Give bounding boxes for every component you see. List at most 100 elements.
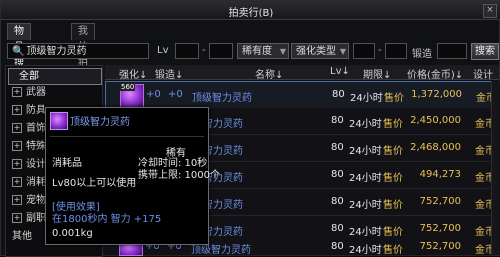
level-min-input[interactable]: [175, 43, 199, 59]
rarity-dropdown[interactable]: 稀有度 ▼: [237, 43, 289, 59]
listing-scrollbar[interactable]: [491, 81, 500, 255]
tab-item-search[interactable]: 物品搜索: [7, 23, 31, 85]
expand-icon[interactable]: +: [12, 141, 22, 151]
tooltip-carry-limit: 携带上限: 1000个: [138, 170, 220, 181]
potion-icon: [50, 112, 68, 130]
row-time: 24小时: [349, 200, 382, 211]
sidebar-item-label: 消耗: [26, 177, 46, 188]
row-name: 顶级智力灵药: [192, 93, 252, 104]
row-level: 80: [331, 142, 344, 153]
col-level[interactable]: Lv↓: [330, 66, 350, 77]
col-time[interactable]: 期限↓: [363, 66, 391, 81]
table-row[interactable]: 560 +0 +0 顶级智力灵药 80 24小时 售价 1,372,000 金币: [105, 81, 496, 109]
col-price[interactable]: 价格(金币)↓: [407, 66, 463, 81]
sidebar-item-label: 副职: [26, 213, 46, 224]
row-price: 752,700: [419, 196, 461, 207]
sidebar-item-label: 全部: [19, 71, 39, 82]
close-icon[interactable]: ×: [483, 4, 497, 18]
expand-icon[interactable]: +: [12, 87, 22, 97]
row-name: 智力灵药: [203, 200, 243, 211]
auction-window: 拍卖行(B) × 物品搜索 我的拍卖品 🔍顶级智力灵药 Lv - 稀有度▼ 强化…: [0, 0, 500, 257]
col-name[interactable]: 名称↓: [255, 66, 283, 81]
col-seller[interactable]: 设计: [473, 66, 493, 81]
row-time: 24小时: [349, 173, 382, 184]
item-name-input[interactable]: 🔍 顶级智力灵药: [7, 43, 149, 59]
row-time: 24小时: [349, 119, 382, 130]
col-upgrade[interactable]: 强化↓: [119, 66, 147, 81]
row-level: 80: [331, 223, 344, 234]
search-button[interactable]: 搜索: [471, 43, 499, 60]
stack-badge: 560: [120, 83, 136, 91]
row-price: 1,372,000: [411, 89, 462, 100]
sidebar-item-label: 设计: [26, 159, 46, 170]
tooltip-effect-line: 在1800秒内 智力 +175: [52, 214, 162, 225]
upgrade-type-dropdown-label: 强化类型: [296, 46, 336, 57]
forge-label: 锻造: [412, 49, 432, 60]
level-label: Lv: [157, 45, 169, 56]
search-bar: 🔍 顶级智力灵药 Lv - 稀有度 ▼ 强化类型 ▼ - 锻造 搜索: [7, 43, 499, 61]
chevron-down-icon: ▼: [279, 47, 286, 56]
upgrade-from-input[interactable]: [353, 43, 375, 59]
item-tooltip: 顶级智力灵药 消耗品 稀有 冷却时间: 10秒 携带上限: 1000个 Lv80…: [45, 107, 220, 245]
row-upgrade: +0: [146, 89, 161, 100]
sidebar-item-weapon[interactable]: + 武器: [8, 85, 100, 100]
table-header: 强化↓ 锻造↓ 名称↓ Lv↓ 期限↓ 价格(金币)↓ 设计: [105, 65, 499, 81]
level-max-input[interactable]: [209, 43, 233, 59]
sidebar-item-label: 首饰: [26, 123, 46, 134]
tooltip-level-requirement: Lv80以上可以使用: [52, 178, 137, 189]
row-level: 80: [331, 241, 344, 252]
row-level: 80: [331, 196, 344, 207]
row-price-label: 售价: [383, 227, 403, 238]
row-level: 80: [331, 115, 344, 126]
window-title: 拍卖行(B): [228, 8, 274, 19]
row-level: 80: [331, 169, 344, 180]
row-name: 智力灵药: [203, 146, 243, 157]
row-price: 2,450,000: [410, 115, 461, 126]
tab-my-auctions[interactable]: 我的拍卖品: [71, 23, 95, 101]
row-forge: +0: [168, 89, 183, 100]
col-forge[interactable]: 锻造↓: [155, 66, 183, 81]
row-time: 24小时: [349, 227, 382, 238]
expand-icon[interactable]: +: [12, 105, 22, 115]
row-price-label: 售价: [383, 245, 403, 256]
tooltip-divider: [50, 136, 204, 137]
row-price-label: 售价: [383, 200, 403, 211]
row-time: 24小时: [349, 245, 382, 256]
row-price-label: 售价: [383, 173, 403, 184]
upgrade-to-input[interactable]: [385, 43, 407, 59]
forge-input[interactable]: [437, 43, 467, 59]
tooltip-weight: 0.001kg: [52, 228, 93, 239]
upgrade-type-dropdown[interactable]: 强化类型 ▼: [291, 43, 349, 59]
row-price: 752,700: [419, 223, 461, 234]
expand-icon[interactable]: +: [12, 177, 22, 187]
row-time: 24小时: [350, 93, 383, 104]
expand-icon[interactable]: +: [12, 213, 22, 223]
sidebar-item-label: 宠物: [26, 195, 46, 206]
chevron-down-icon: ▼: [339, 47, 346, 56]
item-name-value: 顶级智力灵药: [26, 46, 87, 57]
row-price: 2,468,000: [410, 142, 461, 153]
expand-icon[interactable]: +: [12, 123, 22, 133]
sidebar-item-all[interactable]: 全部: [8, 68, 102, 85]
range-dash-2: -: [378, 45, 382, 56]
row-name: 智力灵药: [203, 119, 243, 130]
tooltip-category: 消耗品: [52, 158, 82, 169]
row-price: 752,700: [419, 241, 461, 252]
title-bar[interactable]: 拍卖行(B) ×: [1, 1, 500, 20]
rarity-dropdown-label: 稀有度: [242, 46, 272, 57]
expand-icon[interactable]: +: [12, 159, 22, 169]
search-icon: 🔍: [12, 46, 25, 57]
tooltip-title: 顶级智力灵药: [70, 117, 130, 128]
row-time: 24小时: [349, 146, 382, 157]
row-price-label: 售价: [384, 93, 404, 104]
row-level: 80: [332, 89, 345, 100]
expand-icon[interactable]: +: [12, 195, 22, 205]
sidebar-item-label: 防具: [26, 105, 46, 116]
range-dash: -: [202, 45, 206, 56]
row-price-label: 售价: [383, 146, 403, 157]
row-price: 494,273: [419, 169, 461, 180]
sidebar-item-label: 特殊: [26, 141, 46, 152]
sidebar-item-label: 武器: [26, 87, 46, 98]
row-price-label: 售价: [383, 119, 403, 130]
row-name: 智力灵药: [203, 227, 243, 238]
